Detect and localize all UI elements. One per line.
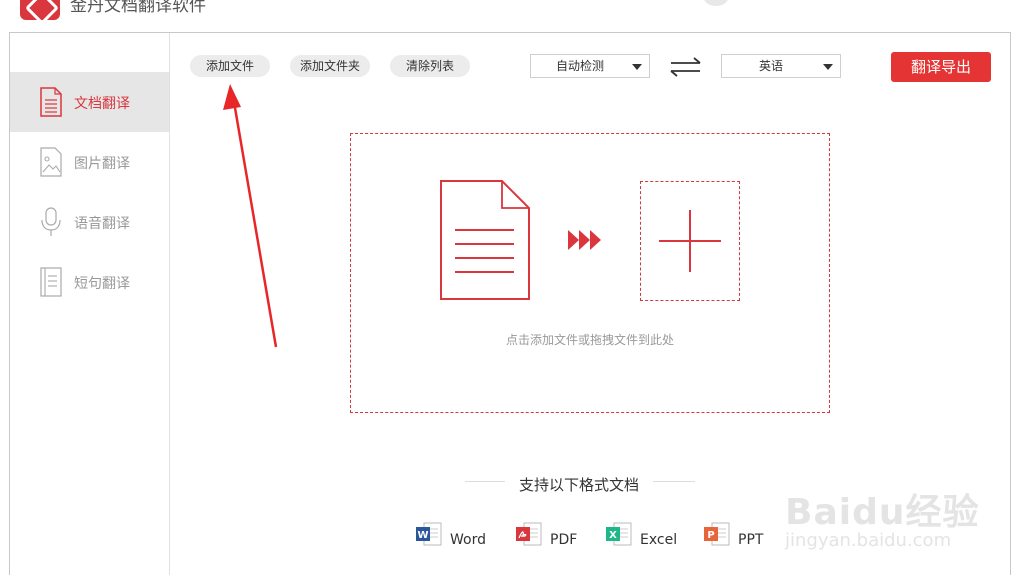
watermark: Baidu经验	[785, 492, 980, 533]
sidebar-item-label: 语音翻译	[74, 216, 130, 232]
app-title: 金丹文档翻译软件	[70, 0, 206, 16]
sidebar-item-voice-translate[interactable]: 语音翻译	[10, 192, 169, 252]
sidebar: 文档翻译 图片翻译 语音翻译 短句翻译	[10, 33, 170, 575]
ppt-icon: P	[704, 522, 730, 546]
chevron-down-icon	[823, 64, 833, 70]
svg-text:W: W	[417, 530, 428, 541]
format-ppt: P PPT	[703, 521, 773, 551]
source-language-value: 自动检测	[555, 59, 604, 73]
drop-zone-hint: 点击添加文件或拖拽文件到此处	[505, 333, 674, 347]
sidebar-item-document-translate[interactable]: 文档翻译	[10, 72, 169, 132]
microphone-icon	[41, 207, 61, 236]
swap-arrows-icon[interactable]	[668, 56, 704, 78]
sidebar-item-sentence-translate[interactable]: 短句翻译	[10, 252, 169, 312]
format-pdf: PDF	[515, 521, 585, 551]
document-icon	[40, 87, 62, 117]
svg-text:X: X	[609, 530, 617, 541]
source-language-select[interactable]: 自动检测	[530, 54, 650, 78]
annotation-arrow-icon	[223, 84, 278, 348]
svg-text:P: P	[707, 530, 714, 541]
format-label: Excel	[640, 532, 678, 548]
sidebar-item-image-translate[interactable]: 图片翻译	[10, 132, 169, 192]
file-drop-zone[interactable]	[350, 133, 830, 413]
sentence-icon	[40, 267, 62, 297]
sidebar-item-label: 图片翻译	[74, 156, 130, 172]
formats-title: 支持以下格式文档	[518, 476, 639, 494]
add-folder-button[interactable]: 添加文件夹	[290, 55, 370, 77]
format-label: PPT	[738, 532, 764, 548]
clear-list-button[interactable]: 清除列表	[390, 55, 470, 77]
triple-chevron-right-icon	[568, 230, 601, 250]
document-icon	[440, 180, 530, 300]
add-file-button[interactable]: 添加文件	[190, 55, 270, 77]
divider	[653, 481, 695, 482]
watermark-url: jingyan.baidu.com	[785, 530, 952, 551]
chevron-down-icon	[632, 64, 642, 70]
word-icon: W	[416, 522, 442, 546]
translate-export-button[interactable]: 翻译导出	[891, 52, 991, 82]
sidebar-item-label: 短句翻译	[74, 276, 130, 292]
format-excel: X Excel	[605, 521, 685, 551]
image-icon	[40, 147, 62, 177]
format-label: PDF	[550, 532, 578, 548]
target-language-value: 英语	[758, 59, 783, 73]
divider	[465, 481, 505, 482]
format-word: W Word	[415, 521, 495, 551]
format-label: Word	[450, 532, 486, 548]
sidebar-item-label: 文档翻译	[74, 96, 130, 112]
excel-icon: X	[606, 522, 632, 546]
plus-icon	[659, 210, 721, 272]
pdf-icon	[516, 522, 542, 546]
add-file-box[interactable]	[640, 181, 740, 301]
window-border-right	[1010, 32, 1011, 575]
target-language-select[interactable]: 英语	[721, 54, 841, 78]
